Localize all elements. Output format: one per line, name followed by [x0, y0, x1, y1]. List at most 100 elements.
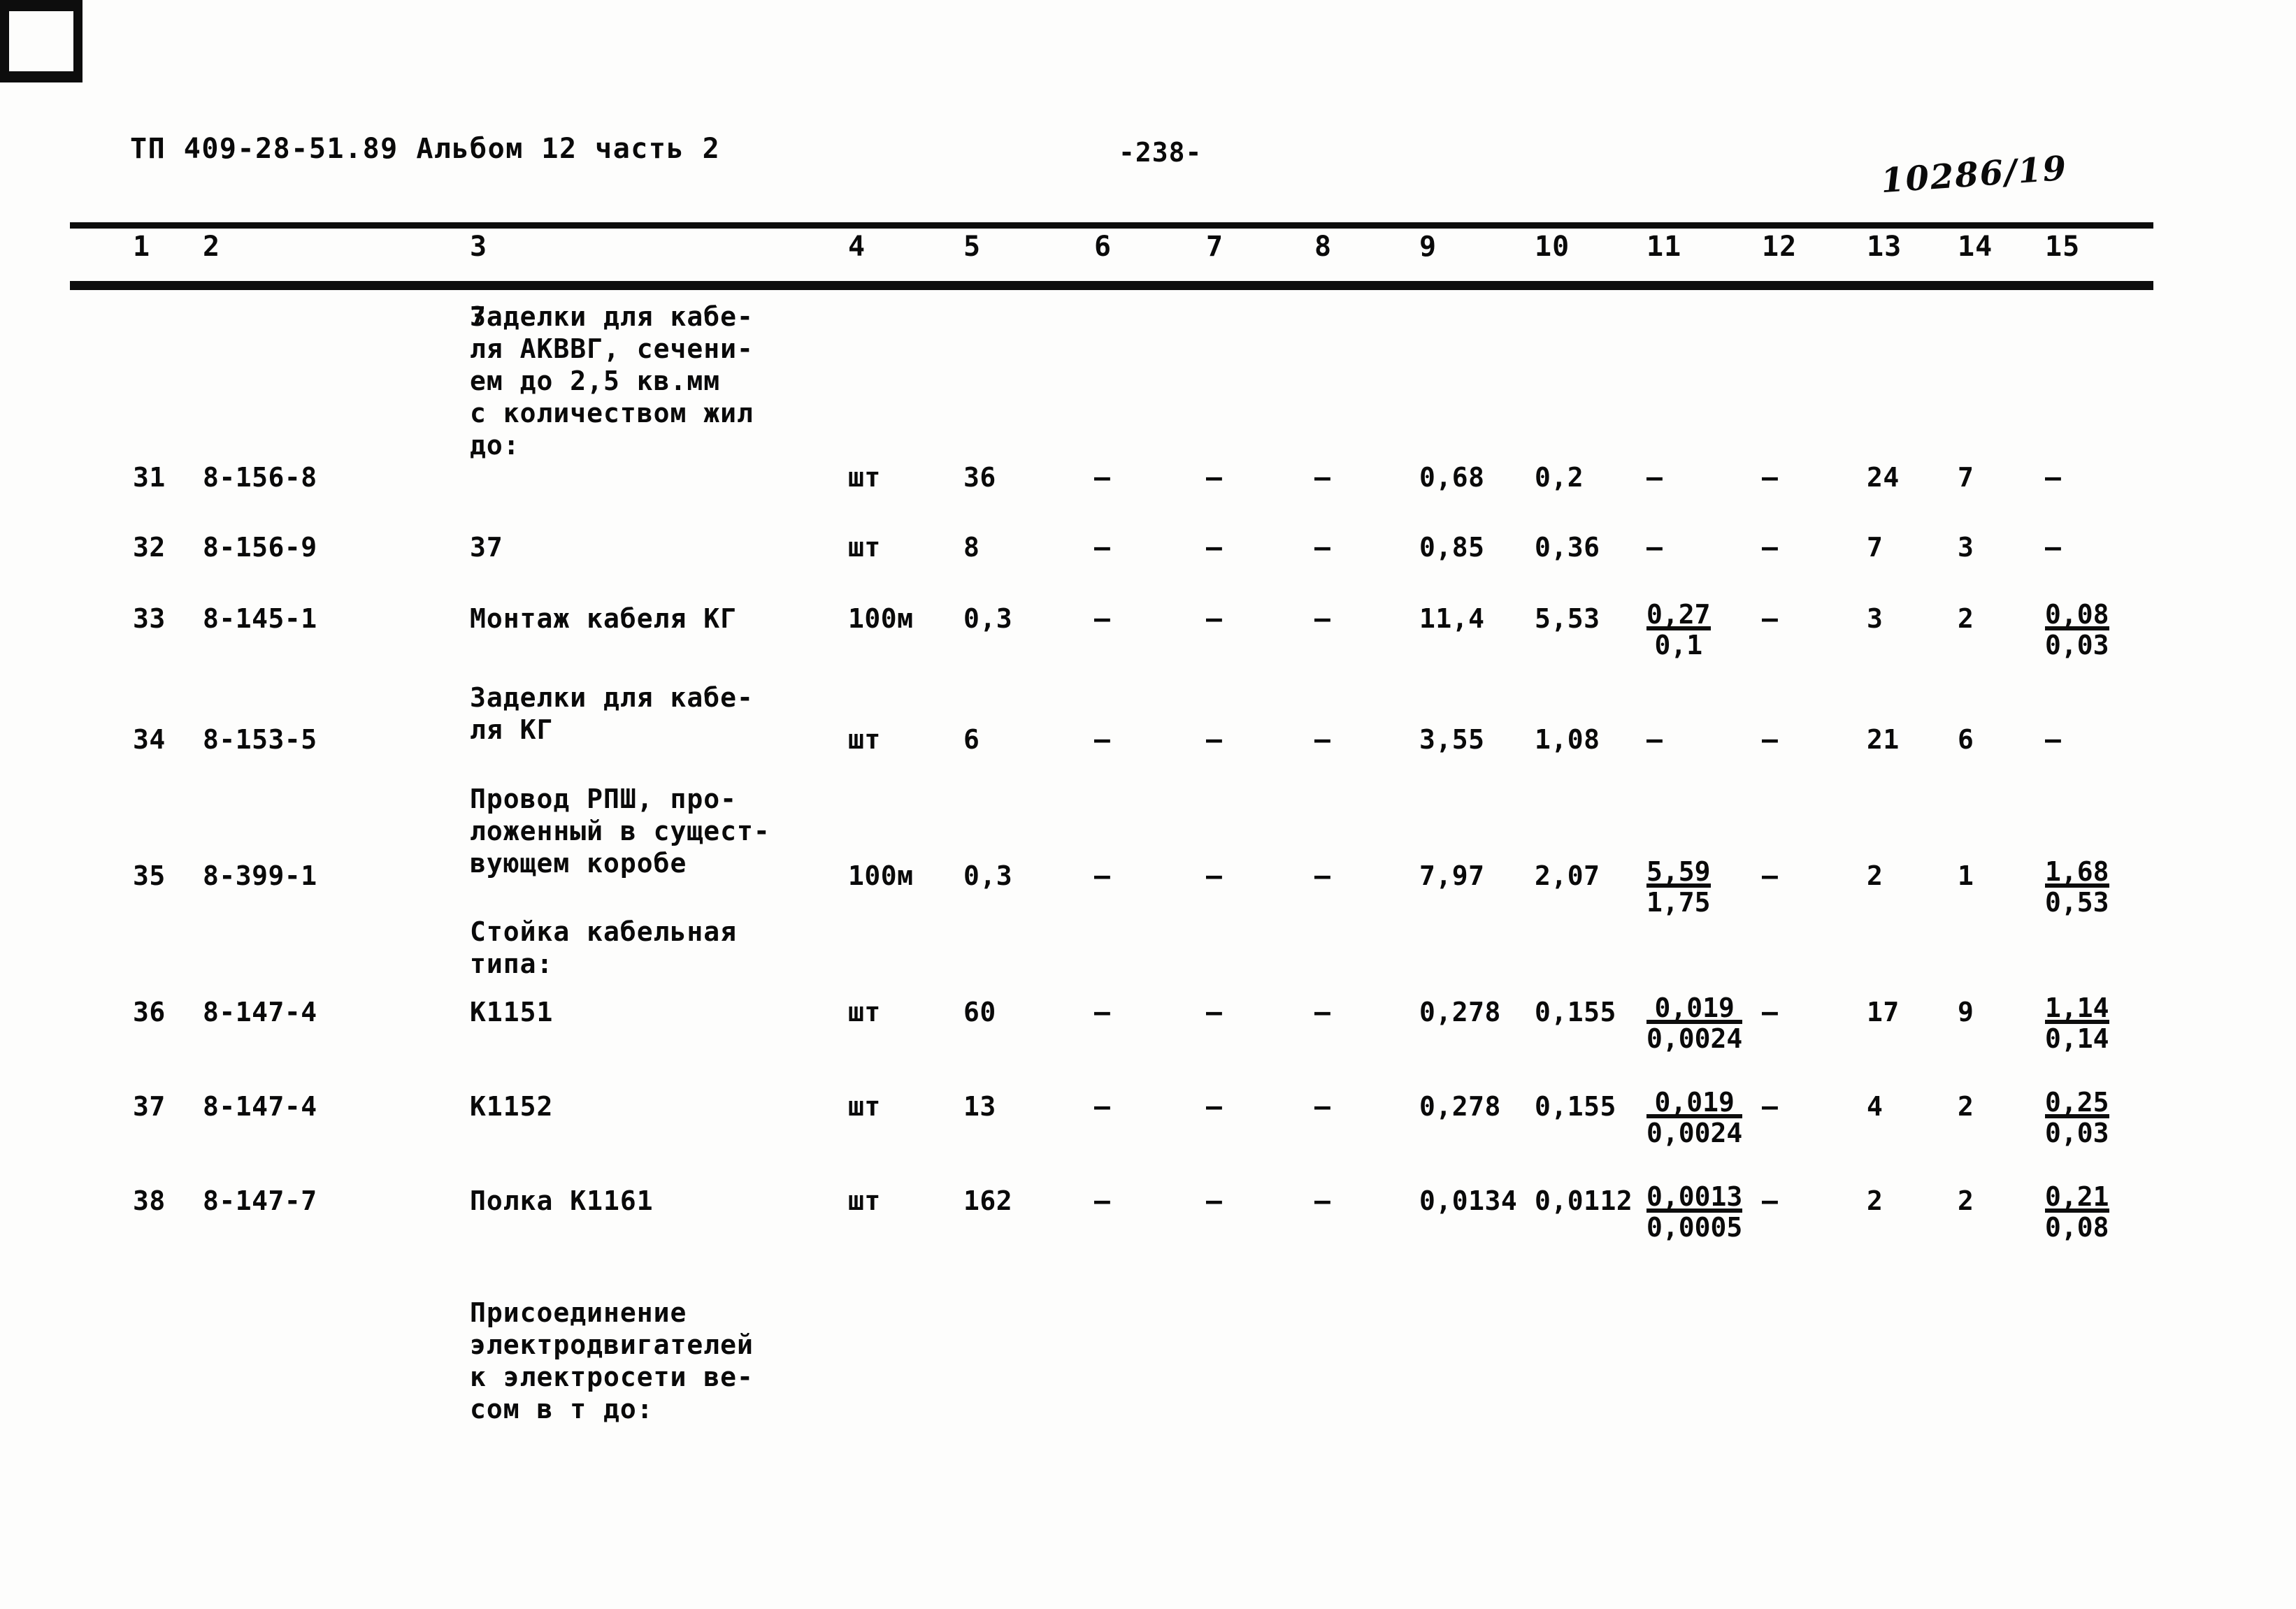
row-32-col6: –	[1094, 532, 1111, 563]
row-34-code: 8-153-5	[203, 724, 317, 755]
row-38-name: Полка К1161	[470, 1185, 654, 1216]
group-stoika: Стойка кабельная типа:	[470, 916, 738, 979]
column-header-15: 15	[2045, 231, 2081, 263]
row-31-code: 8-156-8	[203, 462, 317, 493]
row-34-col12: –	[1762, 724, 1779, 755]
row-36-col9: 0,278	[1419, 997, 1501, 1027]
row-38-col12: –	[1762, 1185, 1779, 1216]
row-33-col7: –	[1206, 603, 1223, 634]
row-38-col11-denominator: 0,0005	[1646, 1208, 1743, 1242]
row-32-code: 8-156-9	[203, 532, 317, 563]
row-35-col11-denominator: 1,75	[1646, 883, 1711, 917]
row-37-col11-denominator: 0,0024	[1646, 1114, 1743, 1148]
row-36-unit: шт	[848, 997, 881, 1027]
row-38-col9: 0,0134	[1419, 1185, 1518, 1216]
row-35-col12: –	[1762, 860, 1779, 891]
row-37-col11-numerator: 0,019	[1654, 1087, 1735, 1118]
row-33-qty: 0,3	[963, 603, 1013, 634]
row-37-qty: 13	[963, 1091, 996, 1122]
row-33-col11-denominator: 0,1	[1646, 626, 1711, 660]
column-header-1: 1	[133, 231, 151, 263]
row-31-col12: –	[1762, 462, 1779, 493]
table-rule-bottom	[70, 281, 2153, 290]
row-35-col9: 7,97	[1419, 860, 1485, 891]
row-37-col15: 0,25 0,03	[2045, 1088, 2109, 1148]
row-36-number: 36	[133, 997, 166, 1027]
row-37-code: 8-147-4	[203, 1091, 317, 1122]
row-33-number: 33	[133, 603, 166, 634]
row-35-col15-numerator: 1,68	[2045, 856, 2109, 887]
column-header-8: 8	[1314, 231, 1333, 263]
row-31-col8: –	[1314, 462, 1331, 493]
column-header-6: 6	[1094, 231, 1112, 263]
row-35-col6: –	[1094, 860, 1111, 891]
row-36-col8: –	[1314, 997, 1331, 1027]
row-32-col9: 0,85	[1419, 532, 1485, 563]
group-motors: Присоединение электродвигателей к электр…	[470, 1297, 754, 1424]
row-36-col11-numerator: 0,019	[1654, 993, 1735, 1023]
row-37-col15-denominator: 0,03	[2045, 1114, 2109, 1148]
row-31-qty: 36	[963, 462, 996, 493]
row-33-col10: 5,53	[1535, 603, 1600, 634]
row-33-col15: 0,08 0,03	[2045, 600, 2109, 660]
table-rule-top	[70, 222, 2153, 229]
page-number: -238-	[1119, 137, 1203, 168]
row-31-col13: 24	[1867, 462, 1900, 493]
row-31-name: 7	[470, 301, 487, 332]
row-32-col8: –	[1314, 532, 1331, 563]
row-35-unit: 100м	[848, 860, 914, 891]
row-36-col15-denominator: 0,14	[2045, 1020, 2109, 1053]
row-36-col6: –	[1094, 997, 1111, 1027]
row-38-col14: 2	[1958, 1185, 1974, 1216]
row-36-col7: –	[1206, 997, 1223, 1027]
row-33-col15-numerator: 0,08	[2045, 599, 2109, 630]
row-37-col7: –	[1206, 1091, 1223, 1122]
row-37-name: К1152	[470, 1091, 554, 1122]
row-36-qty: 60	[963, 997, 996, 1027]
row-34-col6: –	[1094, 724, 1111, 755]
row-34-number: 34	[133, 724, 166, 755]
row-34-col15: –	[2045, 724, 2062, 755]
row-31-col11: –	[1646, 462, 1663, 493]
row-38-unit: шт	[848, 1185, 881, 1216]
column-header-4: 4	[848, 231, 866, 263]
row-38-col10: 0,0112	[1535, 1185, 1633, 1216]
row-35-col7: –	[1206, 860, 1223, 891]
row-34-unit: шт	[848, 724, 881, 755]
row-34-name: Заделки для кабе- ля КГ	[470, 682, 754, 745]
row-35-col15: 1,68 0,53	[2045, 857, 2109, 917]
row-38-number: 38	[133, 1185, 166, 1216]
row-38-col11-numerator: 0,0013	[1646, 1181, 1743, 1212]
row-33-code: 8-145-1	[203, 603, 317, 634]
row-38-col13: 2	[1867, 1185, 1884, 1216]
column-header-11: 11	[1646, 231, 1682, 263]
row-32-col11: –	[1646, 532, 1663, 563]
row-38-code: 8-147-7	[203, 1185, 317, 1216]
row-32-col10: 0,36	[1535, 532, 1600, 563]
row-36-code: 8-147-4	[203, 997, 317, 1027]
row-35-col13: 2	[1867, 860, 1884, 891]
row-37-col10: 0,155	[1535, 1091, 1616, 1122]
row-34-col10: 1,08	[1535, 724, 1600, 755]
row-32-col7: –	[1206, 532, 1223, 563]
row-31-col15: –	[2045, 462, 2062, 493]
row-33-col14: 2	[1958, 603, 1974, 634]
row-33-col13: 3	[1867, 603, 1884, 634]
row-34-col13: 21	[1867, 724, 1900, 755]
row-37-col14: 2	[1958, 1091, 1974, 1122]
row-37-col15-numerator: 0,25	[2045, 1087, 2109, 1118]
row-32-col14: 3	[1958, 532, 1974, 563]
row-33-unit: 100м	[848, 603, 914, 634]
row-34-col7: –	[1206, 724, 1223, 755]
document-header-title: ТП 409-28-51.89 Альбом 12 часть 2	[130, 133, 721, 165]
row-35-col10: 2,07	[1535, 860, 1600, 891]
row-32-unit: шт	[848, 532, 881, 563]
row-33-col15-denominator: 0,03	[2045, 626, 2109, 660]
row-37-col9: 0,278	[1419, 1091, 1501, 1122]
row-31-col6: –	[1094, 462, 1111, 493]
row-33-name: Монтаж кабеля КГ	[470, 603, 738, 634]
row-32-col13: 7	[1867, 532, 1884, 563]
row-38-col15-denominator: 0,08	[2045, 1208, 2109, 1242]
row-31-col9: 0,68	[1419, 462, 1485, 493]
row-32-number: 32	[133, 532, 166, 563]
